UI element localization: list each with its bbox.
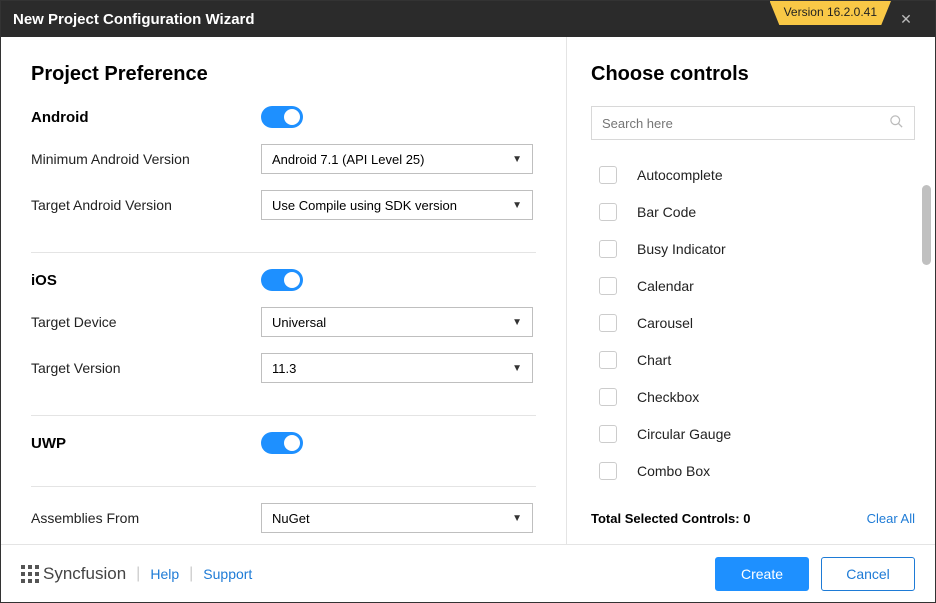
- choose-controls-pane: Choose controls Autocomplete Bar Code Busy…: [567, 37, 935, 544]
- title-bar: New Project Configuration Wizard Version…: [1, 1, 935, 37]
- select-target-android-value: Use Compile using SDK version: [272, 198, 457, 213]
- control-item-label: Checkbox: [637, 389, 699, 405]
- search-wrap: [591, 106, 915, 140]
- close-button[interactable]: ✕: [889, 11, 923, 28]
- control-item-label: Bar Code: [637, 204, 696, 220]
- control-item[interactable]: Busy Indicator: [591, 230, 909, 267]
- close-icon: ✕: [900, 11, 912, 27]
- version-badge: Version 16.2.0.41: [770, 1, 891, 25]
- totals-row: Total Selected Controls: 0 Clear All: [591, 503, 915, 534]
- separator: |: [189, 565, 193, 583]
- syncfusion-icon: [21, 565, 39, 583]
- cancel-button[interactable]: Cancel: [821, 557, 915, 591]
- separator: |: [136, 565, 140, 583]
- select-target-device[interactable]: Universal ▼: [261, 307, 533, 337]
- checkbox[interactable]: [599, 166, 617, 184]
- toggle-ios[interactable]: [261, 269, 303, 291]
- control-item-label: Calendar: [637, 278, 694, 294]
- support-link[interactable]: Support: [203, 566, 252, 582]
- select-target-android[interactable]: Use Compile using SDK version ▼: [261, 190, 533, 220]
- search-input[interactable]: [602, 116, 889, 131]
- control-item-label: Chart: [637, 352, 671, 368]
- chevron-down-icon: ▼: [512, 154, 522, 165]
- platform-ios-label: iOS: [31, 272, 261, 289]
- control-item[interactable]: Carousel: [591, 304, 909, 341]
- label-min-android: Minimum Android Version: [31, 151, 261, 167]
- checkbox[interactable]: [599, 425, 617, 443]
- select-min-android[interactable]: Android 7.1 (API Level 25) ▼: [261, 144, 533, 174]
- control-item[interactable]: Combo Box: [591, 452, 909, 489]
- window-title: New Project Configuration Wizard: [13, 11, 255, 28]
- checkbox[interactable]: [599, 240, 617, 258]
- select-target-version[interactable]: 11.3 ▼: [261, 353, 533, 383]
- control-item-label: Autocomplete: [637, 167, 723, 183]
- label-target-android: Target Android Version: [31, 197, 261, 213]
- control-list[interactable]: Autocomplete Bar Code Busy Indicator Calend…: [591, 156, 915, 503]
- section-android: Android Minimum Android Version Android …: [31, 106, 536, 253]
- toggle-android[interactable]: [261, 106, 303, 128]
- select-assemblies-from-value: NuGet: [272, 511, 310, 526]
- checkbox[interactable]: [599, 388, 617, 406]
- content: Project Preference Android Minimum Andro…: [1, 37, 935, 544]
- control-item-label: Circular Gauge: [637, 426, 731, 442]
- scrollbar-thumb[interactable]: [922, 185, 931, 265]
- choose-controls-header: Choose controls: [591, 63, 915, 86]
- control-item[interactable]: Circular Gauge: [591, 415, 909, 452]
- platform-android-label: Android: [31, 109, 261, 126]
- checkbox[interactable]: [599, 314, 617, 332]
- control-item[interactable]: Checkbox: [591, 378, 909, 415]
- control-item-label: Combo Box: [637, 463, 710, 479]
- control-item[interactable]: Calendar: [591, 267, 909, 304]
- clear-all-link[interactable]: Clear All: [867, 511, 915, 526]
- label-assemblies-from: Assemblies From: [31, 510, 261, 526]
- brand-logo: Syncfusion: [21, 564, 126, 584]
- chevron-down-icon: ▼: [512, 317, 522, 328]
- control-item-label: Carousel: [637, 315, 693, 331]
- chevron-down-icon: ▼: [512, 513, 522, 524]
- total-selected-label: Total Selected Controls: 0: [591, 511, 750, 526]
- help-link[interactable]: Help: [150, 566, 179, 582]
- platform-uwp-label: UWP: [31, 435, 261, 452]
- section-assemblies: Assemblies From NuGet ▼: [31, 503, 536, 544]
- label-target-version: Target Version: [31, 360, 261, 376]
- select-target-version-value: 11.3: [272, 361, 296, 376]
- project-preference-header: Project Preference: [31, 63, 536, 86]
- chevron-down-icon: ▼: [512, 200, 522, 211]
- section-ios: iOS Target Device Universal ▼ Target Ver…: [31, 269, 536, 416]
- control-item[interactable]: Autocomplete: [591, 156, 909, 193]
- control-item[interactable]: Bar Code: [591, 193, 909, 230]
- search-icon: [889, 114, 904, 132]
- checkbox[interactable]: [599, 277, 617, 295]
- select-assemblies-from[interactable]: NuGet ▼: [261, 503, 533, 533]
- toggle-uwp[interactable]: [261, 432, 303, 454]
- section-uwp: UWP: [31, 432, 536, 487]
- project-preference-pane: Project Preference Android Minimum Andro…: [1, 37, 566, 544]
- create-button[interactable]: Create: [715, 557, 809, 591]
- footer: Syncfusion | Help | Support Create Cance…: [1, 544, 935, 602]
- checkbox[interactable]: [599, 203, 617, 221]
- brand-text: Syncfusion: [43, 564, 126, 584]
- label-target-device: Target Device: [31, 314, 261, 330]
- chevron-down-icon: ▼: [512, 363, 522, 374]
- control-item-label: Busy Indicator: [637, 241, 726, 257]
- select-target-device-value: Universal: [272, 315, 326, 330]
- checkbox[interactable]: [599, 351, 617, 369]
- control-item[interactable]: Chart: [591, 341, 909, 378]
- checkbox[interactable]: [599, 462, 617, 480]
- select-min-android-value: Android 7.1 (API Level 25): [272, 152, 424, 167]
